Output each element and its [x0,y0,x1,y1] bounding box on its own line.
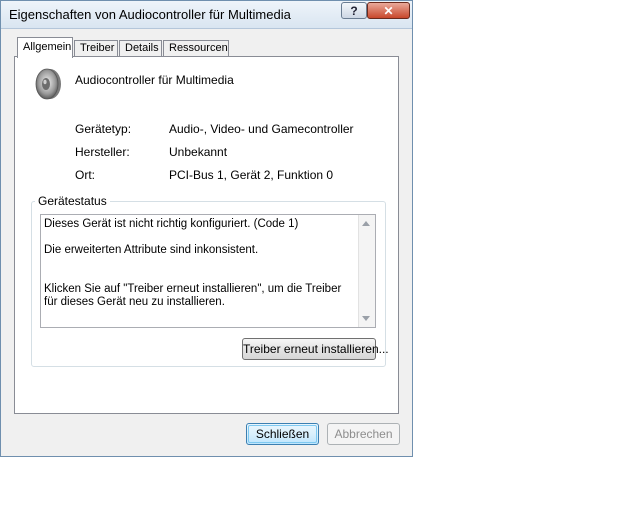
device-name: Audiocontroller für Multimedia [75,73,234,87]
manufacturer-label: Hersteller: [75,145,130,159]
tab-allgemein[interactable]: Allgemein [17,37,73,58]
device-type-label: Gerätetyp: [75,122,132,136]
device-status-title: Gerätestatus [35,194,110,208]
close-dialog-button[interactable]: Schließen [246,423,319,445]
speaker-icon [35,68,61,100]
device-type-value: Audio-, Video- und Gamecontroller [169,122,354,136]
close-dialog-label: Schließen [255,427,310,441]
window-title: Eigenschaften von Audiocontroller für Mu… [9,7,291,22]
properties-dialog: Eigenschaften von Audiocontroller für Mu… [0,0,413,457]
device-status-textbox[interactable]: Dieses Gerät ist nicht richtig konfiguri… [40,214,376,328]
close-button[interactable]: ✕ [367,2,410,19]
tab-details[interactable]: Details [119,40,162,57]
title-bar[interactable]: Eigenschaften von Audiocontroller für Mu… [1,1,412,29]
help-button[interactable]: ? [341,2,367,19]
scroll-up-icon[interactable] [362,221,370,226]
reinstall-driver-button[interactable]: Treiber erneut installieren... [242,338,389,360]
manufacturer-value: Unbekannt [169,145,228,159]
location-value: PCI-Bus 1, Gerät 2, Funktion 0 [169,168,334,182]
tab-ressourcen[interactable]: Ressourcen [163,40,229,57]
general-tab-panel: Audiocontroller für Multimedia Gerätetyp… [14,56,399,414]
scroll-down-icon[interactable] [362,316,370,321]
status-scrollbar[interactable] [358,215,375,327]
cancel-button[interactable]: Abbrechen [327,423,400,445]
location-label: Ort: [75,168,95,182]
tab-treiber[interactable]: Treiber [74,40,118,57]
device-status-text: Dieses Gerät ist nicht richtig konfiguri… [44,218,342,308]
